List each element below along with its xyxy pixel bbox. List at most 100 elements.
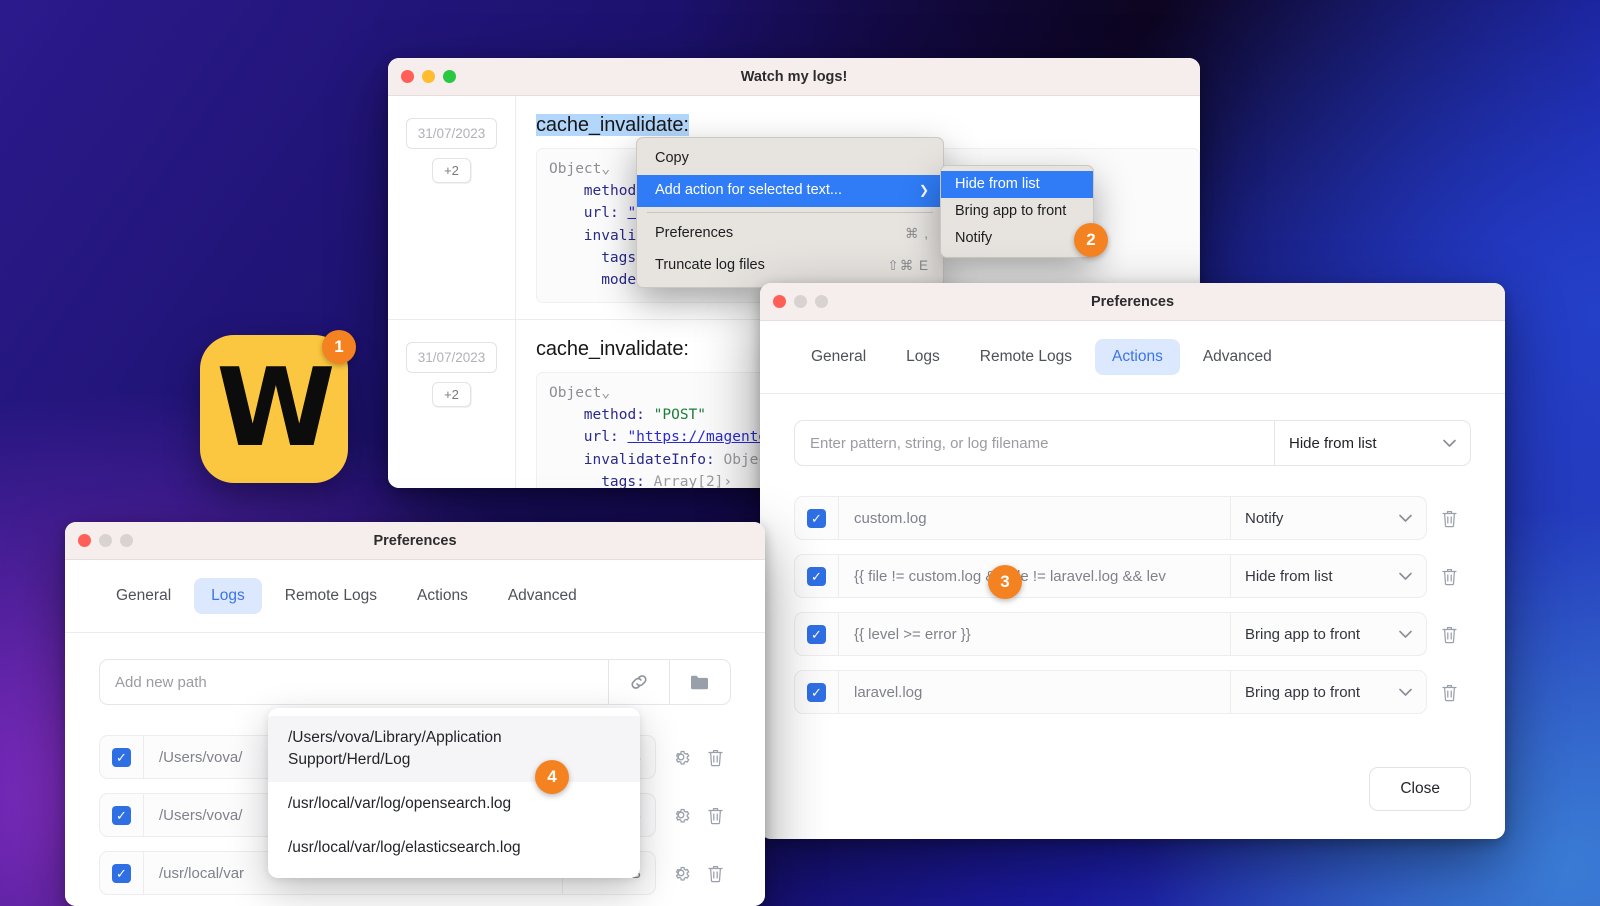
- action-enabled-checkbox-cell[interactable]: ✓: [795, 671, 839, 713]
- delete-action-button[interactable]: [1427, 683, 1471, 702]
- log-entry-gutter: 31/07/2023 +2: [388, 96, 516, 320]
- action-pattern-input[interactable]: laravel.log: [839, 671, 1230, 713]
- delete-log-button[interactable]: [699, 864, 731, 883]
- close-button[interactable]: Close: [1369, 767, 1471, 811]
- chevron-down-icon[interactable]: ⌄: [601, 385, 610, 401]
- context-menu-item-preferences[interactable]: Preferences ⌘ ,: [637, 218, 943, 250]
- json-key: url:: [583, 429, 619, 446]
- context-menu-item-truncate[interactable]: Truncate log files ⇧⌘ E: [637, 250, 943, 282]
- chevron-down-icon: [1399, 572, 1412, 581]
- new-action-type-select[interactable]: Hide from list: [1274, 421, 1470, 465]
- log-enabled-checkbox-cell[interactable]: ✓: [100, 736, 144, 778]
- action-enabled-checkbox-cell[interactable]: ✓: [795, 613, 839, 655]
- tab-advanced[interactable]: Advanced: [1186, 339, 1289, 375]
- action-type-select[interactable]: Notify: [1230, 497, 1426, 539]
- tab-general[interactable]: General: [99, 578, 188, 614]
- log-enabled-checkbox-cell[interactable]: ✓: [100, 794, 144, 836]
- json-object-label[interactable]: Object: [549, 385, 601, 401]
- action-pattern-input[interactable]: {{ level >= error }}: [839, 613, 1230, 655]
- action-type-select[interactable]: Bring app to front: [1230, 671, 1426, 713]
- submenu-item-notify[interactable]: Notify: [941, 225, 1093, 252]
- context-menu-item-copy[interactable]: Copy: [637, 143, 943, 175]
- suggestion-item[interactable]: /usr/local/var/log/opensearch.log: [268, 782, 640, 826]
- json-value-link[interactable]: "https://magento: [627, 429, 767, 445]
- prefs-right-titlebar[interactable]: Preferences: [760, 283, 1505, 321]
- close-window-button[interactable]: [773, 295, 786, 308]
- tab-advanced[interactable]: Advanced: [491, 578, 594, 614]
- action-pattern-input[interactable]: custom.log: [839, 497, 1230, 539]
- action-enabled-checkbox-cell[interactable]: ✓: [795, 555, 839, 597]
- minimize-window-button[interactable]: [422, 70, 435, 83]
- prefs-left-titlebar[interactable]: Preferences: [65, 522, 765, 560]
- tab-remote-logs[interactable]: Remote Logs: [963, 339, 1089, 375]
- window-controls[interactable]: [760, 295, 828, 308]
- folder-icon-button[interactable]: [669, 660, 730, 704]
- action-enabled-checkbox-cell[interactable]: ✓: [795, 497, 839, 539]
- log-enabled-checkbox-cell[interactable]: ✓: [100, 852, 144, 894]
- window-controls[interactable]: [65, 534, 133, 547]
- delete-action-button[interactable]: [1427, 625, 1471, 644]
- minimize-window-button[interactable]: [99, 534, 112, 547]
- tab-actions[interactable]: Actions: [1094, 339, 1180, 375]
- link-icon-button[interactable]: [608, 660, 669, 704]
- context-menu[interactable]: Copy Add action for selected text... ❯ P…: [636, 137, 944, 289]
- maximize-window-button[interactable]: [120, 534, 133, 547]
- action-row[interactable]: ✓ {{ level >= error }} Bring app to fron…: [794, 612, 1471, 656]
- maximize-window-button[interactable]: [443, 70, 456, 83]
- delete-action-button[interactable]: [1427, 509, 1471, 528]
- delete-log-button[interactable]: [699, 806, 731, 825]
- action-row[interactable]: ✓ custom.log Notify: [794, 496, 1471, 540]
- prefs-left-tabs[interactable]: General Logs Remote Logs Actions Advance…: [65, 560, 765, 633]
- action-pattern-input[interactable]: {{ file != custom.log && file != laravel…: [839, 555, 1230, 597]
- new-action-row[interactable]: Enter pattern, string, or log filename H…: [794, 420, 1471, 466]
- action-type-select[interactable]: Bring app to front: [1230, 613, 1426, 655]
- chevron-down-icon[interactable]: ⌄: [601, 161, 610, 177]
- checkbox-checked-icon[interactable]: ✓: [807, 566, 826, 586]
- delete-action-button[interactable]: [1427, 567, 1471, 586]
- log-settings-button[interactable]: [665, 747, 697, 767]
- maximize-window-button[interactable]: [815, 295, 828, 308]
- window-controls[interactable]: [388, 70, 456, 83]
- delete-log-button[interactable]: [699, 748, 731, 767]
- tab-logs[interactable]: Logs: [194, 578, 262, 614]
- log-entry-more-count[interactable]: +2: [432, 158, 471, 183]
- action-row[interactable]: ✓ {{ file != custom.log && file != larav…: [794, 554, 1471, 598]
- action-row-box: ✓ laravel.log Bring app to front: [794, 670, 1427, 714]
- suggestion-item[interactable]: /Users/vova/Library/Application Support/…: [268, 716, 640, 782]
- submenu-item-hide-from-list[interactable]: Hide from list: [941, 171, 1093, 198]
- path-suggestions-dropdown[interactable]: /Users/vova/Library/Application Support/…: [268, 708, 640, 878]
- json-object-label[interactable]: Object: [549, 161, 601, 177]
- preferences-window-actions[interactable]: Preferences General Logs Remote Logs Act…: [760, 283, 1505, 839]
- checkbox-checked-icon[interactable]: ✓: [112, 747, 131, 767]
- add-path-row[interactable]: Add new path: [99, 659, 731, 705]
- action-type-select[interactable]: Hide from list: [1230, 555, 1426, 597]
- log-window-titlebar[interactable]: Watch my logs!: [388, 58, 1200, 96]
- tab-logs[interactable]: Logs: [889, 339, 957, 375]
- suggestion-item[interactable]: /usr/local/var/log/elasticsearch.log: [268, 826, 640, 870]
- tab-actions[interactable]: Actions: [400, 578, 485, 614]
- log-settings-button[interactable]: [665, 805, 697, 825]
- log-settings-button[interactable]: [665, 863, 697, 883]
- tab-remote-logs[interactable]: Remote Logs: [268, 578, 394, 614]
- minimize-window-button[interactable]: [794, 295, 807, 308]
- checkbox-checked-icon[interactable]: ✓: [807, 682, 826, 702]
- prefs-right-tabs[interactable]: General Logs Remote Logs Actions Advance…: [760, 321, 1505, 394]
- checkbox-checked-icon[interactable]: ✓: [807, 508, 826, 528]
- close-window-button[interactable]: [401, 70, 414, 83]
- close-window-button[interactable]: [78, 534, 91, 547]
- new-action-input[interactable]: Enter pattern, string, or log filename: [795, 421, 1274, 465]
- checkbox-checked-icon[interactable]: ✓: [112, 863, 131, 883]
- log-entry-more-count[interactable]: +2: [432, 382, 471, 408]
- context-menu-item-add-action[interactable]: Add action for selected text... ❯: [637, 175, 943, 208]
- callout-badge-2: 2: [1074, 223, 1108, 257]
- context-menu-label: Preferences: [655, 225, 734, 242]
- tab-general[interactable]: General: [794, 339, 883, 375]
- context-submenu[interactable]: Hide from list Bring app to front Notify: [940, 165, 1094, 258]
- chevron-right-icon[interactable]: ›: [723, 474, 732, 488]
- selected-text[interactable]: cache_invalidate:: [536, 114, 689, 136]
- action-row[interactable]: ✓ laravel.log Bring app to front: [794, 670, 1471, 714]
- add-path-input[interactable]: Add new path: [100, 660, 608, 704]
- submenu-item-bring-app-to-front[interactable]: Bring app to front: [941, 198, 1093, 225]
- checkbox-checked-icon[interactable]: ✓: [112, 805, 131, 825]
- checkbox-checked-icon[interactable]: ✓: [807, 624, 826, 644]
